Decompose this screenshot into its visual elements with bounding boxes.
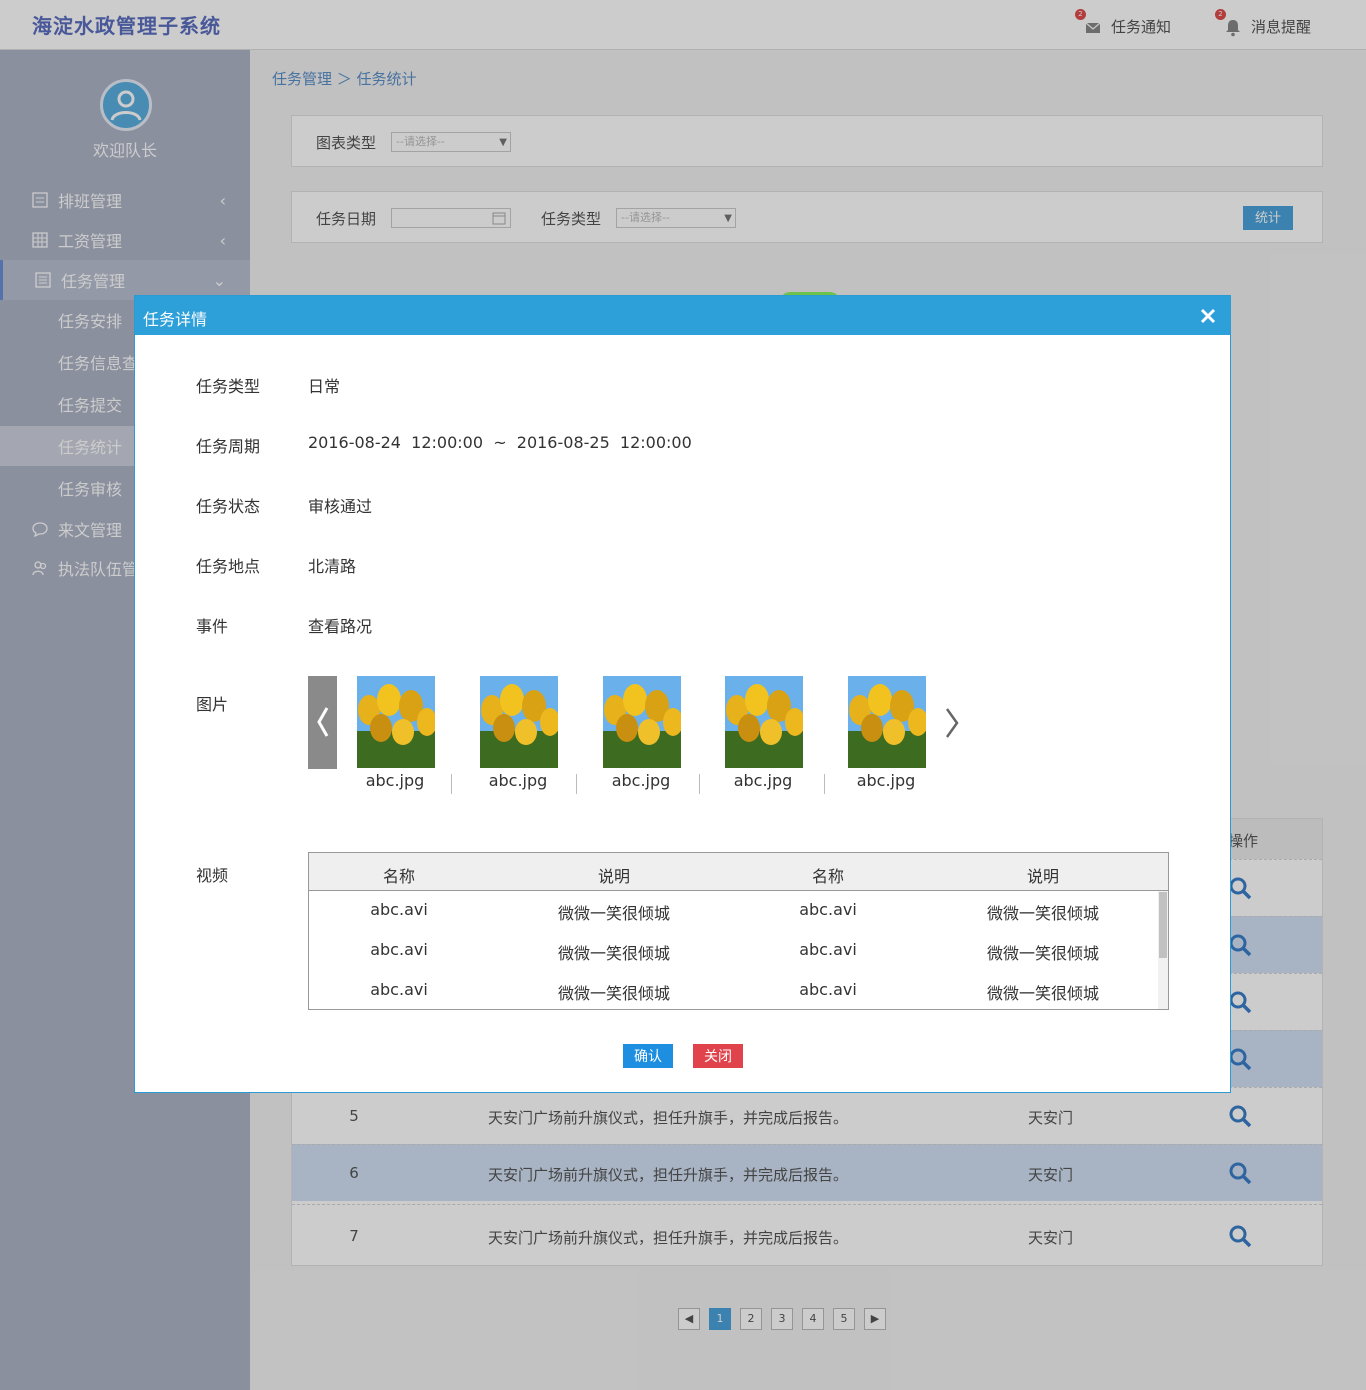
task-period-label: 任务周期 xyxy=(196,437,261,456)
video-name: abc.avi xyxy=(370,980,428,999)
image-next-button[interactable] xyxy=(941,706,961,740)
image-caption: abc.jpg xyxy=(611,771,671,790)
close-button[interactable]: 关闭 xyxy=(693,1044,743,1068)
video-name: abc.avi xyxy=(799,940,857,959)
task-status-label: 任务状态 xyxy=(196,497,261,516)
images-label: 图片 xyxy=(196,695,229,714)
chevron-left-icon xyxy=(317,707,329,737)
tulip-image xyxy=(480,676,558,768)
event-value: 查看路况 xyxy=(308,617,373,636)
image-thumbnail[interactable] xyxy=(357,676,435,768)
task-type-label: 任务类型 xyxy=(196,377,261,396)
divider xyxy=(699,774,700,794)
video-desc: 微微一笑很倾城 xyxy=(986,904,1099,923)
divider xyxy=(576,774,577,794)
video-desc: 微微一笑很倾城 xyxy=(986,944,1099,963)
modal-title: 任务详情 xyxy=(143,310,208,329)
video-table-header: 名称 说明 名称 说明 xyxy=(309,853,1168,891)
image-prev-button[interactable] xyxy=(308,676,337,769)
video-desc: 微微一笑很倾城 xyxy=(986,984,1099,1003)
video-name: abc.avi xyxy=(370,900,428,919)
tulip-image xyxy=(848,676,926,768)
tulip-image xyxy=(357,676,435,768)
video-name: abc.avi xyxy=(799,900,857,919)
modal-header: 任务详情 xyxy=(135,296,1230,335)
video-name: abc.avi xyxy=(370,940,428,959)
divider xyxy=(451,774,452,794)
task-location-value: 北清路 xyxy=(308,557,357,576)
column-header: 名称 xyxy=(382,867,415,886)
video-name: abc.avi xyxy=(799,980,857,999)
image-caption: abc.jpg xyxy=(488,771,548,790)
column-header: 说明 xyxy=(597,867,630,886)
confirm-button[interactable]: 确认 xyxy=(623,1044,673,1068)
video-row[interactable]: abc.avi 微微一笑很倾城 abc.avi 微微一笑很倾城 xyxy=(309,891,1158,931)
image-thumbnail[interactable] xyxy=(848,676,926,768)
task-type-value: 日常 xyxy=(308,377,341,396)
image-thumbnail[interactable] xyxy=(603,676,681,768)
image-caption: abc.jpg xyxy=(733,771,793,790)
image-caption: abc.jpg xyxy=(365,771,425,790)
video-table: 名称 说明 名称 说明 abc.avi 微微一笑很倾城 abc.avi 微微一笑… xyxy=(308,852,1169,1010)
image-thumbnail[interactable] xyxy=(480,676,558,768)
close-icon[interactable] xyxy=(1197,305,1219,327)
column-header: 名称 xyxy=(811,867,844,886)
divider xyxy=(824,774,825,794)
video-desc: 微微一笑很倾城 xyxy=(557,904,670,923)
video-label: 视频 xyxy=(196,866,229,885)
tulip-image xyxy=(603,676,681,768)
task-status-value: 审核通过 xyxy=(308,497,373,516)
video-row[interactable]: abc.avi 微微一笑很倾城 abc.avi 微微一笑很倾城 xyxy=(309,971,1158,1009)
event-label: 事件 xyxy=(196,617,229,636)
video-scrollbar[interactable] xyxy=(1158,891,1168,1009)
tulip-image xyxy=(725,676,803,768)
task-period-value: 2016-08-24 12:00:00 ~ 2016-08-25 12:00:0… xyxy=(308,433,692,452)
video-desc: 微微一笑很倾城 xyxy=(557,944,670,963)
image-caption: abc.jpg xyxy=(856,771,916,790)
image-thumbnail[interactable] xyxy=(725,676,803,768)
video-desc: 微微一笑很倾城 xyxy=(557,984,670,1003)
column-header: 说明 xyxy=(1026,867,1059,886)
scrollbar-thumb[interactable] xyxy=(1159,892,1167,958)
chevron-right-icon xyxy=(945,708,959,738)
task-location-label: 任务地点 xyxy=(196,557,261,576)
video-row[interactable]: abc.avi 微微一笑很倾城 abc.avi 微微一笑很倾城 xyxy=(309,931,1158,971)
task-detail-modal: 任务详情 任务类型 日常 任务周期 2016-08-24 12:00:00 ~ … xyxy=(134,295,1231,1093)
